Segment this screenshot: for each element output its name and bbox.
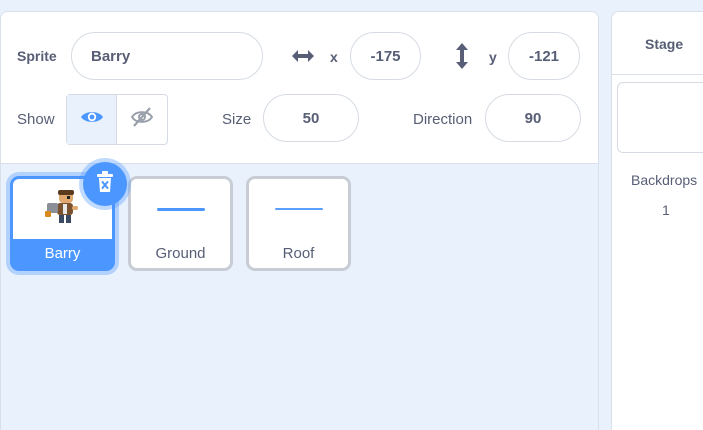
- size-label: Size: [222, 111, 252, 128]
- size-input[interactable]: 50: [263, 94, 359, 142]
- x-label: x: [330, 49, 338, 65]
- stage-title: Stage: [645, 36, 684, 52]
- direction-input[interactable]: 90: [485, 94, 581, 142]
- stage-thumbnail[interactable]: [617, 82, 703, 153]
- sprite-tile-roof[interactable]: Roof: [246, 176, 351, 271]
- x-position-input[interactable]: -175: [350, 32, 421, 80]
- show-label: Show: [17, 111, 55, 128]
- y-label: y: [489, 49, 497, 65]
- sprite-info-panel: Sprite Barry x -175 y -121 Show Size 50 …: [1, 12, 598, 164]
- y-position-input[interactable]: -121: [508, 32, 580, 80]
- eye-slash-icon: [130, 106, 154, 133]
- vertical-arrows-icon: [454, 42, 470, 75]
- direction-label: Direction: [413, 111, 473, 128]
- show-visible-button[interactable]: [67, 95, 117, 144]
- character-costume-icon: [43, 189, 83, 230]
- sprite-thumbnail: [131, 179, 230, 239]
- sprite-pane: Sprite Barry x -175 y -121 Show Size 50 …: [0, 11, 599, 430]
- backdrops-count: 1: [662, 202, 670, 218]
- eye-icon: [80, 109, 104, 130]
- backdrops-label: Backdrops: [631, 172, 698, 188]
- delete-sprite-button[interactable]: [83, 162, 127, 206]
- sprite-tile-label: Ground: [155, 245, 206, 262]
- sprite-label: Sprite: [17, 48, 57, 64]
- line-costume-icon: [156, 207, 205, 211]
- sprite-tile-ground[interactable]: Ground: [128, 176, 233, 271]
- sprite-tile-label: Barry: [44, 245, 81, 262]
- sprite-tile-label: Roof: [282, 245, 315, 262]
- sprite-name-input[interactable]: Barry: [71, 32, 263, 80]
- show-hidden-button[interactable]: [117, 95, 167, 144]
- horizontal-arrows-icon: [290, 47, 316, 70]
- stage-header: Stage: [612, 12, 703, 75]
- sprite-thumbnail: [249, 179, 348, 239]
- trash-icon: [94, 170, 116, 199]
- stage-pane[interactable]: Stage Backdrops 1: [611, 11, 703, 430]
- line-costume-icon: [274, 208, 323, 210]
- show-toggle-group: [66, 94, 168, 145]
